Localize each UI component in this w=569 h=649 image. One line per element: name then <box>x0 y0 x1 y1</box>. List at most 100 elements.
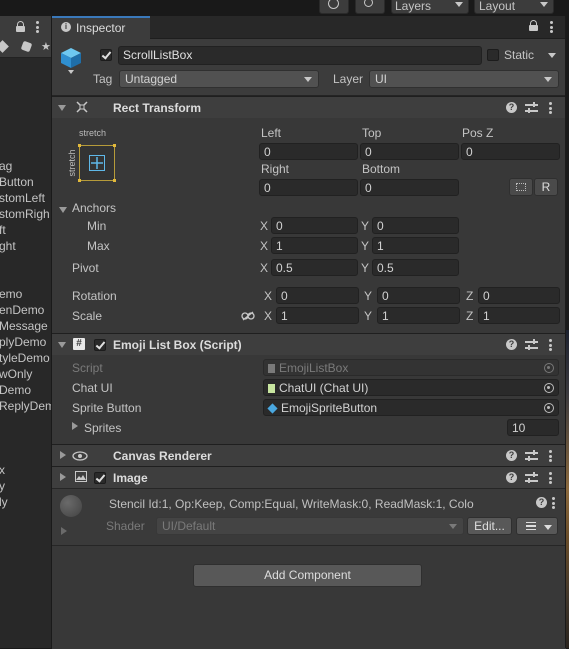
sprites-label[interactable]: Sprites <box>84 421 121 435</box>
icon-dropdown-arrow[interactable] <box>68 70 74 74</box>
foldout-arrow-icon[interactable] <box>58 105 66 111</box>
hierarchy-item[interactable]: Demo <box>0 383 31 397</box>
edit-shader-button[interactable]: Edit... <box>467 517 512 535</box>
anchor-preset-button[interactable] <box>78 144 116 182</box>
link-icon[interactable] <box>241 310 255 321</box>
tab-inspector[interactable]: i Inspector <box>52 16 150 39</box>
anchors-foldout-icon[interactable] <box>59 207 67 213</box>
hierarchy-item[interactable]: ReplyDem <box>0 399 51 413</box>
hierarchy-item[interactable]: Button <box>0 175 34 189</box>
raw-edit-button[interactable]: R <box>534 178 558 196</box>
foldout-arrow-icon[interactable] <box>60 473 66 481</box>
hierarchy-item[interactable]: emo <box>0 287 22 301</box>
object-picker-icon[interactable] <box>544 383 554 393</box>
hierarchy-item[interactable]: x <box>0 463 5 477</box>
anchor-max-y-field[interactable]: 1 <box>372 237 459 254</box>
foldout-arrow-icon[interactable] <box>60 451 66 459</box>
posz-field[interactable]: 0 <box>461 143 560 160</box>
scale-y-field[interactable]: 1 <box>377 307 460 324</box>
anchor-min-y-field[interactable]: 0 <box>372 217 459 234</box>
chatui-field[interactable]: ChatUI (Chat UI) <box>263 379 559 396</box>
rotation-y-field[interactable]: 0 <box>377 287 460 304</box>
hierarchy-item[interactable]: y <box>0 479 5 493</box>
material-menu-icon[interactable] <box>552 497 555 509</box>
foldout-arrow-icon[interactable] <box>58 342 66 348</box>
component-menu-icon[interactable] <box>549 450 552 462</box>
inspector-menu-icon[interactable] <box>550 21 553 33</box>
help-icon[interactable]: ? <box>506 339 517 350</box>
hierarchy-item[interactable]: tyleDemo <box>0 351 50 365</box>
rotation-z-field[interactable]: 0 <box>478 287 560 304</box>
search-button[interactable] <box>355 0 385 14</box>
static-checkbox[interactable] <box>487 49 499 61</box>
hierarchy-item[interactable]: ly <box>0 495 8 509</box>
help-icon[interactable]: ? <box>506 102 517 113</box>
history-button[interactable] <box>319 0 349 14</box>
hierarchy-item[interactable]: ght <box>0 239 16 253</box>
help-icon[interactable]: ? <box>506 472 517 483</box>
hierarchy-item[interactable]: plyDemo <box>0 335 46 349</box>
presets-icon[interactable] <box>525 339 538 350</box>
hierarchy-item[interactable]: stomRigh <box>0 207 50 221</box>
pivot-y-field[interactable]: 0.5 <box>372 259 459 276</box>
shader-options-button[interactable] <box>516 517 558 535</box>
hierarchy-item[interactable]: wOnly <box>0 367 32 381</box>
prefab-cube-icon <box>267 403 278 414</box>
list-mid-line <box>526 525 536 527</box>
layers-dropdown[interactable]: Layers <box>391 0 469 14</box>
sprites-count-field[interactable]: 10 <box>507 419 559 436</box>
tag-dropdown[interactable]: Untagged <box>119 70 319 88</box>
hierarchy-item[interactable]: ft <box>0 223 6 237</box>
component-menu-icon[interactable] <box>549 102 552 114</box>
canvas-renderer-header[interactable]: Canvas Renderer ? <box>52 444 566 466</box>
emoji-list-box-header[interactable]: # Emoji List Box (Script) ? <box>52 333 566 355</box>
sprites-foldout-icon[interactable] <box>72 422 78 430</box>
presets-icon[interactable] <box>525 102 538 113</box>
search-icon <box>364 0 373 7</box>
rotation-x-field[interactable]: 0 <box>276 287 359 304</box>
material-foldout-icon[interactable] <box>61 527 67 535</box>
help-icon[interactable]: ? <box>536 497 547 508</box>
anchor-min-x-field[interactable]: 0 <box>271 217 358 234</box>
active-checkbox[interactable] <box>100 49 112 61</box>
component-menu-icon[interactable] <box>549 339 552 351</box>
add-component-button[interactable]: Add Component <box>193 564 422 587</box>
presets-icon[interactable] <box>525 450 538 461</box>
image-title: Image <box>113 471 148 485</box>
hierarchy-item[interactable]: ag <box>0 159 12 173</box>
star-icon[interactable]: ★ <box>41 40 51 53</box>
anchor-max-x-field[interactable]: 1 <box>271 237 358 254</box>
presets-icon[interactable] <box>525 472 538 483</box>
static-dropdown-arrow[interactable] <box>548 53 556 58</box>
hierarchy-menu-icon[interactable] <box>36 21 39 33</box>
chevron-down-icon <box>455 2 463 7</box>
anchors-label[interactable]: Anchors <box>72 201 116 215</box>
image-icon <box>75 471 87 482</box>
top-field[interactable]: 0 <box>360 143 459 160</box>
tag-icon[interactable] <box>20 40 33 53</box>
filter-icon[interactable] <box>0 40 9 53</box>
scale-x-field[interactable]: 1 <box>276 307 359 324</box>
pivot-x-field[interactable]: 0.5 <box>271 259 358 276</box>
component-enabled-checkbox[interactable] <box>94 472 106 484</box>
object-name-field[interactable]: ScrollListBox <box>118 46 482 65</box>
hierarchy-item[interactable]: Message <box>0 319 48 333</box>
help-icon[interactable]: ? <box>506 450 517 461</box>
layout-dropdown[interactable]: Layout <box>474 0 554 14</box>
component-enabled-checkbox[interactable] <box>94 339 106 351</box>
hierarchy-item[interactable]: stomLeft <box>0 191 45 205</box>
component-menu-icon[interactable] <box>549 472 552 484</box>
blueprint-mode-button[interactable] <box>509 178 533 196</box>
object-picker-icon[interactable] <box>544 403 554 413</box>
image-header[interactable]: Image ? <box>52 466 566 488</box>
right-field[interactable]: 0 <box>259 179 358 196</box>
left-field[interactable]: 0 <box>259 143 358 160</box>
rotation-label: Rotation <box>72 289 117 303</box>
hierarchy-toolbar: ★ <box>0 37 51 58</box>
scale-z-field[interactable]: 1 <box>478 307 560 324</box>
bottom-field[interactable]: 0 <box>360 179 459 196</box>
sprite-button-field[interactable]: EmojiSpriteButton <box>263 399 559 416</box>
hierarchy-item[interactable]: enDemo <box>0 303 44 317</box>
rect-transform-header[interactable]: Rect Transform ? <box>52 96 566 118</box>
layer-dropdown[interactable]: UI <box>369 70 559 88</box>
